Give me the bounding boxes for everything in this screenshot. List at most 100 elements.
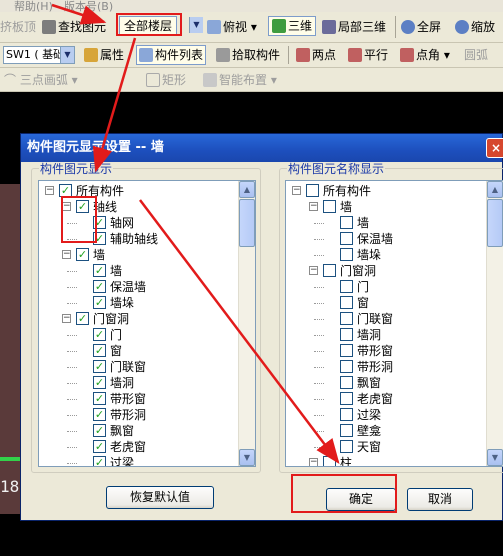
checkbox-checked[interactable]: ✓ — [93, 264, 106, 277]
tree-node[interactable]: ✓ 保温墙 — [39, 279, 239, 295]
checkbox-unchecked[interactable] — [340, 232, 353, 245]
smart-layout-button[interactable]: 智能布置 ▾ — [203, 71, 277, 89]
tree-node[interactable]: ✓ 带形窗 — [39, 391, 239, 407]
checkbox-checked[interactable]: ✓ — [93, 456, 106, 466]
tree-node[interactable]: 门 — [286, 279, 486, 295]
checkbox-unchecked[interactable] — [340, 280, 353, 293]
scroll-thumb[interactable] — [239, 199, 255, 247]
component-type-combo[interactable]: SW1 ( 基础 ▼ — [3, 46, 75, 64]
checkbox-unchecked[interactable] — [323, 264, 336, 277]
checkbox-unchecked[interactable] — [340, 440, 353, 453]
checkbox-unchecked[interactable] — [340, 328, 353, 341]
checkbox-unchecked[interactable] — [340, 424, 353, 437]
right-tree-view[interactable]: − 所有构件 − 墙墙保温墙 墙垛 − 门窗洞门窗门联窗 墙洞 带形窗 带形洞 飘窗 老虎窗 过梁 壁龛天… — [285, 180, 503, 467]
tree-node[interactable]: 墙洞 — [286, 327, 486, 343]
tree-node[interactable]: ✓ 带形洞 — [39, 407, 239, 423]
tree-node[interactable]: ✓ 老虎窗 — [39, 439, 239, 455]
three-point-arc-button[interactable]: ⌒ 三点画弧 ▾ — [4, 71, 78, 89]
tree-node[interactable]: ✓ 墙洞 — [39, 375, 239, 391]
checkbox-unchecked[interactable] — [340, 408, 353, 421]
tree-node[interactable]: 壁龛 — [286, 423, 486, 439]
tree-scrollbar[interactable]: ▲ ▼ — [238, 181, 255, 466]
checkbox-checked[interactable]: ✓ — [93, 280, 106, 293]
checkbox-unchecked[interactable] — [340, 296, 353, 309]
zoom-button[interactable]: 缩放 — [455, 18, 495, 36]
tree-node[interactable]: − 所有构件 — [286, 183, 486, 199]
full-screen-button[interactable]: 全屏 — [401, 18, 441, 36]
tree-node[interactable]: − ✓ 墙 — [39, 247, 239, 263]
tree-node[interactable]: 天窗 — [286, 439, 486, 455]
cancel-button[interactable]: 取消 — [407, 488, 473, 511]
checkbox-checked[interactable]: ✓ — [93, 408, 106, 421]
dialog-titlebar[interactable]: 构件图元显示设置 -- 墙 × — [21, 134, 503, 162]
scroll-thumb[interactable] — [487, 199, 503, 247]
checkbox-unchecked[interactable] — [323, 456, 336, 466]
tree-node[interactable]: ✓ 飘窗 — [39, 423, 239, 439]
checkbox-unchecked[interactable] — [340, 312, 353, 325]
checkbox-unchecked[interactable] — [340, 392, 353, 405]
checkbox-checked[interactable]: ✓ — [76, 312, 89, 325]
parallel-button[interactable]: 平行 — [348, 46, 388, 64]
scroll-up-icon[interactable]: ▲ — [487, 181, 503, 198]
tree-expander-icon[interactable]: − — [62, 314, 71, 323]
tree-node[interactable]: − 墙 — [286, 199, 486, 215]
two-points-button[interactable]: 两点 — [296, 46, 336, 64]
find-element-button[interactable]: 查找图元 — [42, 18, 106, 36]
checkbox-unchecked[interactable] — [340, 248, 353, 261]
checkbox-checked[interactable]: ✓ — [93, 344, 106, 357]
tree-node[interactable]: ✓ 窗 — [39, 343, 239, 359]
floor-dropdown[interactable]: ▼ — [187, 17, 203, 35]
tree-node[interactable]: 门联窗 — [286, 311, 486, 327]
tree-node[interactable]: 保温墙 — [286, 231, 486, 247]
tree-node[interactable]: 飘窗 — [286, 375, 486, 391]
scroll-up-icon[interactable]: ▲ — [239, 181, 255, 198]
circle-arc-button[interactable]: 圆弧 — [464, 46, 488, 64]
scroll-down-icon[interactable]: ▼ — [239, 449, 255, 466]
checkbox-checked[interactable]: ✓ — [93, 360, 106, 373]
checkbox-unchecked[interactable] — [340, 376, 353, 389]
tree-expander-icon[interactable]: − — [45, 186, 54, 195]
checkbox-unchecked[interactable] — [340, 360, 353, 373]
scroll-down-icon[interactable]: ▼ — [487, 449, 503, 466]
checkbox-checked[interactable]: ✓ — [93, 376, 106, 389]
checkbox-checked[interactable]: ✓ — [93, 296, 106, 309]
checkbox-checked[interactable]: ✓ — [76, 248, 89, 261]
tree-expander-icon[interactable]: − — [309, 458, 318, 466]
tree-node[interactable]: 墙垛 — [286, 247, 486, 263]
tree-expander-icon[interactable]: − — [309, 202, 318, 211]
checkbox-checked[interactable]: ✓ — [93, 440, 106, 453]
tree-node[interactable]: 老虎窗 — [286, 391, 486, 407]
menu-version[interactable]: 版本号(B) — [64, 0, 113, 12]
menu-help[interactable]: 帮助(H) — [14, 0, 53, 12]
tree-expander-icon[interactable]: − — [309, 266, 318, 275]
tree-node[interactable]: 带形窗 — [286, 343, 486, 359]
tree-node[interactable]: ✓ 墙 — [39, 263, 239, 279]
checkbox-unchecked[interactable] — [306, 184, 319, 197]
floor-slab-button[interactable]: 挤板顶 — [0, 18, 36, 36]
rectangle-button[interactable]: 矩形 — [146, 71, 186, 89]
point-angle-button[interactable]: 点角 ▾ — [400, 46, 450, 64]
tree-node[interactable]: ✓ 过梁 — [39, 455, 239, 466]
component-list-button[interactable]: 构件列表 — [136, 45, 207, 65]
checkbox-checked[interactable]: ✓ — [93, 328, 106, 341]
tree-node[interactable]: 墙 — [286, 215, 486, 231]
top-view-button[interactable]: 俯视 ▾ — [207, 18, 257, 36]
tree-node[interactable]: ✓ 门联窗 — [39, 359, 239, 375]
checkbox-unchecked[interactable] — [340, 344, 353, 357]
tree-node[interactable]: − ✓ 门窗洞 — [39, 311, 239, 327]
local-three-d-button[interactable]: 局部三维 — [322, 18, 386, 36]
pick-component-button[interactable]: 拾取构件 — [216, 46, 280, 64]
checkbox-checked[interactable]: ✓ — [93, 424, 106, 437]
tree-node[interactable]: ✓ 门 — [39, 327, 239, 343]
tree-scrollbar[interactable]: ▲ ▼ — [486, 181, 503, 466]
tree-expander-icon[interactable]: − — [62, 250, 71, 259]
tree-node[interactable]: 窗 — [286, 295, 486, 311]
tree-expander-icon[interactable]: − — [292, 186, 301, 195]
tree-node[interactable]: ✓ 墙垛 — [39, 295, 239, 311]
restore-default-button[interactable]: 恢复默认值 — [106, 486, 214, 509]
tree-node[interactable]: 带形洞 — [286, 359, 486, 375]
tree-node[interactable]: − 柱 — [286, 455, 486, 466]
tree-node[interactable]: − 门窗洞 — [286, 263, 486, 279]
close-button[interactable]: × — [486, 138, 503, 158]
three-d-button[interactable]: 三维 — [268, 16, 317, 36]
